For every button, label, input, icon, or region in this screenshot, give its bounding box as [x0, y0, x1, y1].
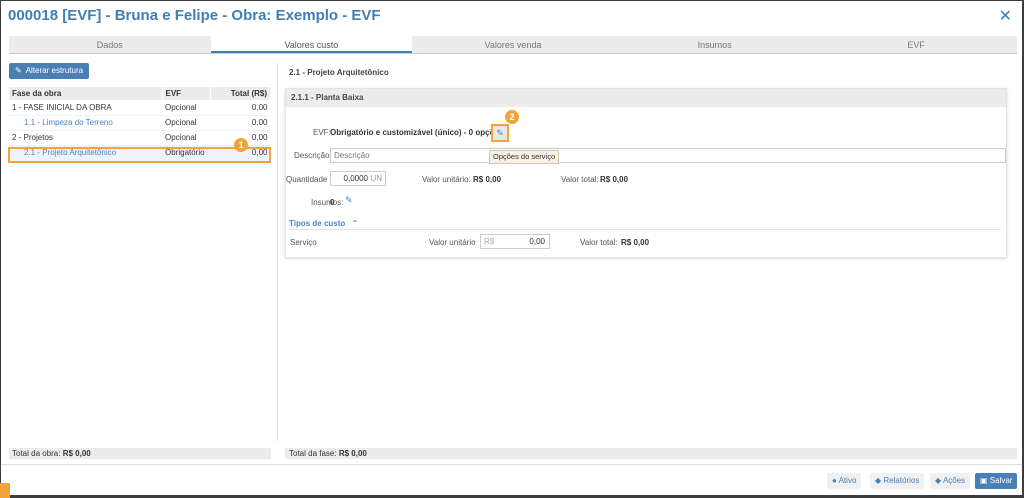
servico-vu-value: 0,00: [529, 237, 545, 246]
ativo-button[interactable]: ● Ativo: [827, 473, 862, 489]
total-fase-value: R$ 0,00: [338, 449, 367, 458]
step-badge-1: 1: [234, 138, 248, 152]
tag-icon: ◆: [875, 476, 882, 485]
divider: [289, 229, 1001, 230]
ativo-label: Ativo: [838, 476, 857, 485]
panel-divider: [277, 63, 278, 441]
evf-cell: Obrigatório: [162, 145, 210, 161]
tab-valores-venda[interactable]: Valores venda: [412, 36, 614, 53]
total-fase-label: Total da fase:: [289, 449, 337, 458]
acoes-button[interactable]: ◆ Ações: [930, 473, 971, 489]
save-icon: ▣: [980, 476, 988, 485]
table-row[interactable]: 1 - FASE INICIAL DA OBRA Opcional 0,00: [9, 100, 271, 116]
total-cell: 0,00: [210, 115, 271, 131]
salvar-button[interactable]: ▣ Salvar: [975, 473, 1018, 489]
quantidade-value: 0,0000: [343, 174, 368, 183]
chevron-up-icon: ⌃: [351, 219, 359, 228]
window-title: 000018 [EVF] - Bruna e Felipe - Obra: Ex…: [8, 7, 381, 24]
insumos-label: Insumos:: [311, 198, 344, 207]
evf-cell: Opcional: [162, 100, 210, 116]
pencil-icon: ✎: [496, 128, 504, 138]
unit-label: UN: [370, 174, 382, 183]
relatorios-label: Relatórios: [883, 476, 920, 485]
total-cell: 0,00: [210, 100, 271, 116]
servico-vt-label: Valor total:: [580, 238, 618, 247]
table-row[interactable]: 1.1 - Limpeza do Terreno Opcional 0,00: [9, 115, 271, 131]
section-title: 2.1 - Projeto Arquitetônico: [289, 68, 389, 77]
evf-value: Obrigatório e customizável (único) - 0 o…: [330, 128, 504, 137]
salvar-label: Salvar: [989, 476, 1013, 485]
tab-bar: Dados Valores custo Valores venda Insumo…: [9, 36, 1017, 54]
valor-total-label: Valor total:: [561, 175, 599, 184]
fase-cell: 2 - Projetos: [9, 130, 162, 146]
servico-vt-value: R$ 0,00: [621, 238, 650, 247]
currency-label: R$: [484, 237, 495, 246]
step-badge-2: 2: [505, 110, 519, 124]
tab-valores-custo[interactable]: Valores custo: [210, 36, 413, 53]
descricao-input[interactable]: [330, 148, 1006, 163]
acoes-label: Ações: [942, 476, 966, 485]
valor-unitario-value: R$ 0,00: [473, 175, 502, 184]
fases-table: Fase da obra EVF Total (R$) 1 - FASE INI…: [9, 87, 271, 161]
tab-evf[interactable]: EVF: [815, 36, 1017, 53]
pencil-icon: ✎: [15, 66, 22, 75]
table-row[interactable]: 2 - Projetos Opcional 0,00: [9, 130, 271, 146]
fase-cell: 1.1 - Limpeza do Terreno: [9, 115, 162, 131]
footer-divider: [1, 464, 1022, 465]
evf-cell: Opcional: [162, 115, 210, 131]
tipos-custo-label: Tipos de custo: [289, 219, 346, 228]
tab-dados[interactable]: Dados: [9, 36, 211, 53]
evf-label: EVF:: [313, 128, 331, 137]
circle-icon: ●: [832, 476, 837, 485]
quantidade-input[interactable]: 0,0000 UN: [330, 171, 386, 186]
valor-unitario-label: Valor unitário:: [422, 175, 471, 184]
relatorios-button[interactable]: ◆ Relatórios: [870, 473, 925, 489]
insumos-value: 0: [330, 198, 335, 207]
total-obra-label: Total da obra:: [12, 449, 61, 458]
service-card: 2.1.1 - Planta Baixa: [285, 88, 1007, 258]
total-fase-bar: Total da fase: R$ 0,00: [285, 448, 1017, 459]
close-icon[interactable]: ✕: [999, 6, 1012, 26]
fase-cell: 2.1 - Projeto Arquitetônico: [9, 145, 162, 161]
options-tooltip: Opções do serviço: [489, 150, 560, 164]
col-evf: EVF: [162, 87, 211, 100]
modal-window: 000018 [EVF] - Bruna e Felipe - Obra: Ex…: [1, 1, 1022, 495]
pencil-icon[interactable]: ✎: [345, 195, 353, 206]
col-fase: Fase da obra: [9, 87, 163, 100]
fase-cell: 1 - FASE INICIAL DA OBRA: [9, 100, 162, 116]
quantidade-label: Quantidade: [286, 175, 328, 184]
tag-icon: ◆: [935, 476, 942, 485]
col-total: Total (R$): [210, 87, 271, 100]
alterar-estrutura-button[interactable]: ✎ Alterar estrutura: [9, 63, 90, 79]
table-row-selected[interactable]: 2.1 - Projeto Arquitetônico Obrigatório …: [9, 145, 271, 161]
servico-vu-label: Valor unitário: [429, 238, 476, 247]
alterar-estrutura-label: Alterar estrutura: [25, 66, 84, 75]
card-title: 2.1.1 - Planta Baixa: [286, 89, 1006, 107]
corner-marker: [0, 483, 10, 498]
descricao-label: Descrição: [294, 151, 330, 160]
evf-cell: Opcional: [162, 130, 210, 146]
edit-options-button[interactable]: ✎: [491, 124, 509, 142]
total-obra-value: R$ 0,00: [62, 449, 91, 458]
total-obra-bar: Total da obra: R$ 0,00: [9, 448, 271, 459]
servico-vu-input[interactable]: R$ 0,00: [480, 234, 550, 249]
servico-label: Serviço: [290, 238, 317, 247]
tipos-custo-toggle[interactable]: Tipos de custo ⌃: [289, 219, 358, 228]
valor-total-value: R$ 0,00: [600, 175, 629, 184]
tab-insumos[interactable]: Insumos: [614, 36, 816, 53]
